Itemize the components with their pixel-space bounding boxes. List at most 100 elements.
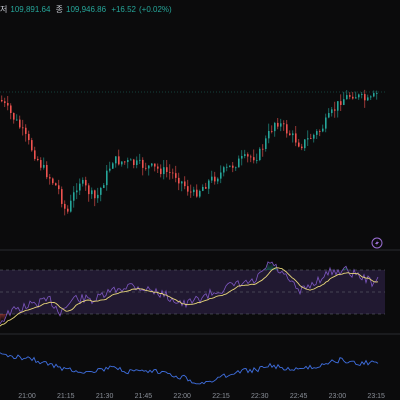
candle-body <box>124 161 126 163</box>
candle-body <box>343 99 345 105</box>
candle-body <box>16 119 18 121</box>
candle-body <box>169 171 171 173</box>
candle-body <box>256 160 258 161</box>
candle-body <box>214 176 216 182</box>
candle-body <box>352 96 354 99</box>
candle-body <box>346 95 348 100</box>
candle-body <box>334 109 336 111</box>
candle-body <box>178 177 180 184</box>
candle-body <box>187 186 189 192</box>
candle-body <box>268 131 270 139</box>
rsi-oversold-fill <box>0 314 61 325</box>
candles <box>1 89 378 216</box>
candle-body <box>280 123 282 127</box>
indicator-line <box>0 352 379 385</box>
candle-body <box>157 166 159 169</box>
candle-body <box>253 157 255 161</box>
candle-body <box>184 181 186 187</box>
candle-body <box>115 156 117 164</box>
candle-body <box>49 177 51 179</box>
candle-body <box>295 133 297 143</box>
candle-body <box>133 159 135 165</box>
candle-body <box>13 112 15 120</box>
candle-body <box>64 203 66 209</box>
candle-body <box>40 160 42 168</box>
candle-body <box>298 142 300 147</box>
candle-body <box>166 167 168 172</box>
candle-body <box>232 165 234 168</box>
candle-body <box>340 101 342 105</box>
candle-body <box>313 134 315 139</box>
candle-body <box>25 127 27 134</box>
candle-body <box>172 172 174 174</box>
rsi-pane[interactable] <box>0 261 385 327</box>
time-tick-label: 22:30 <box>251 393 269 400</box>
lightning-icon[interactable] <box>371 237 383 249</box>
candle-body <box>283 123 285 125</box>
candle-body <box>328 113 330 118</box>
candle-body <box>22 127 24 129</box>
candle-body <box>94 190 96 199</box>
candle-body <box>238 158 240 168</box>
candle-body <box>79 183 81 191</box>
candle-body <box>349 95 351 97</box>
candle-body <box>61 189 63 204</box>
candle-body <box>241 155 243 159</box>
candle-body <box>250 156 252 158</box>
candle-body <box>358 94 360 98</box>
candle-body <box>7 102 9 106</box>
candle-body <box>202 186 204 191</box>
candle-body <box>88 185 90 195</box>
candle-body <box>265 138 267 150</box>
candle-body <box>151 163 153 166</box>
candle-body <box>163 167 165 175</box>
candle-body <box>160 168 162 175</box>
candle-body <box>289 133 291 136</box>
candle-body <box>208 180 210 189</box>
candle-body <box>364 94 366 101</box>
time-tick-label: 21:45 <box>135 393 153 400</box>
candle-body <box>325 117 327 129</box>
candle-body <box>28 133 30 141</box>
candle-body <box>274 122 276 132</box>
candle-body <box>67 208 69 212</box>
candle-body <box>55 183 57 186</box>
candle-body <box>139 159 141 161</box>
candle-body <box>43 164 45 168</box>
time-tick-label: 22:15 <box>212 393 230 400</box>
candle-body <box>19 119 21 128</box>
candle-body <box>76 190 78 193</box>
candle-body <box>142 159 144 168</box>
candle-body <box>58 185 60 190</box>
candle-body <box>370 96 372 98</box>
candle-body <box>100 187 102 195</box>
price-pane[interactable] <box>0 89 385 216</box>
candle-body <box>292 133 294 136</box>
candle-body <box>373 93 375 97</box>
candle-body <box>127 159 129 163</box>
candle-body <box>181 181 183 184</box>
candle-body <box>10 105 12 113</box>
candle-body <box>337 101 339 111</box>
candle-body <box>34 150 36 159</box>
price-chart[interactable]: 21:00 21:15 21:30 21:45 22:00 22:15 22:30 22:45… <box>0 0 400 400</box>
candle-body <box>331 109 333 114</box>
candle-body <box>277 122 279 127</box>
candle-body <box>97 194 99 199</box>
candle-body <box>226 166 228 168</box>
candle-body <box>286 124 288 134</box>
candle-body <box>145 167 147 169</box>
candle-body <box>310 138 312 140</box>
candle-body <box>148 165 150 169</box>
time-tick-label: 21:30 <box>96 393 114 400</box>
candle-body <box>70 200 72 212</box>
candle-body <box>118 156 120 165</box>
candle-body <box>355 97 357 99</box>
candle-body <box>4 101 6 103</box>
time-axis[interactable]: 21:00 21:15 21:30 21:45 22:00 22:15 22:30 22:45… <box>18 393 385 400</box>
candle-body <box>316 131 318 135</box>
candle-body <box>367 97 369 101</box>
indicator-pane[interactable] <box>0 352 379 385</box>
candle-body <box>307 138 309 140</box>
candle-body <box>322 128 324 132</box>
